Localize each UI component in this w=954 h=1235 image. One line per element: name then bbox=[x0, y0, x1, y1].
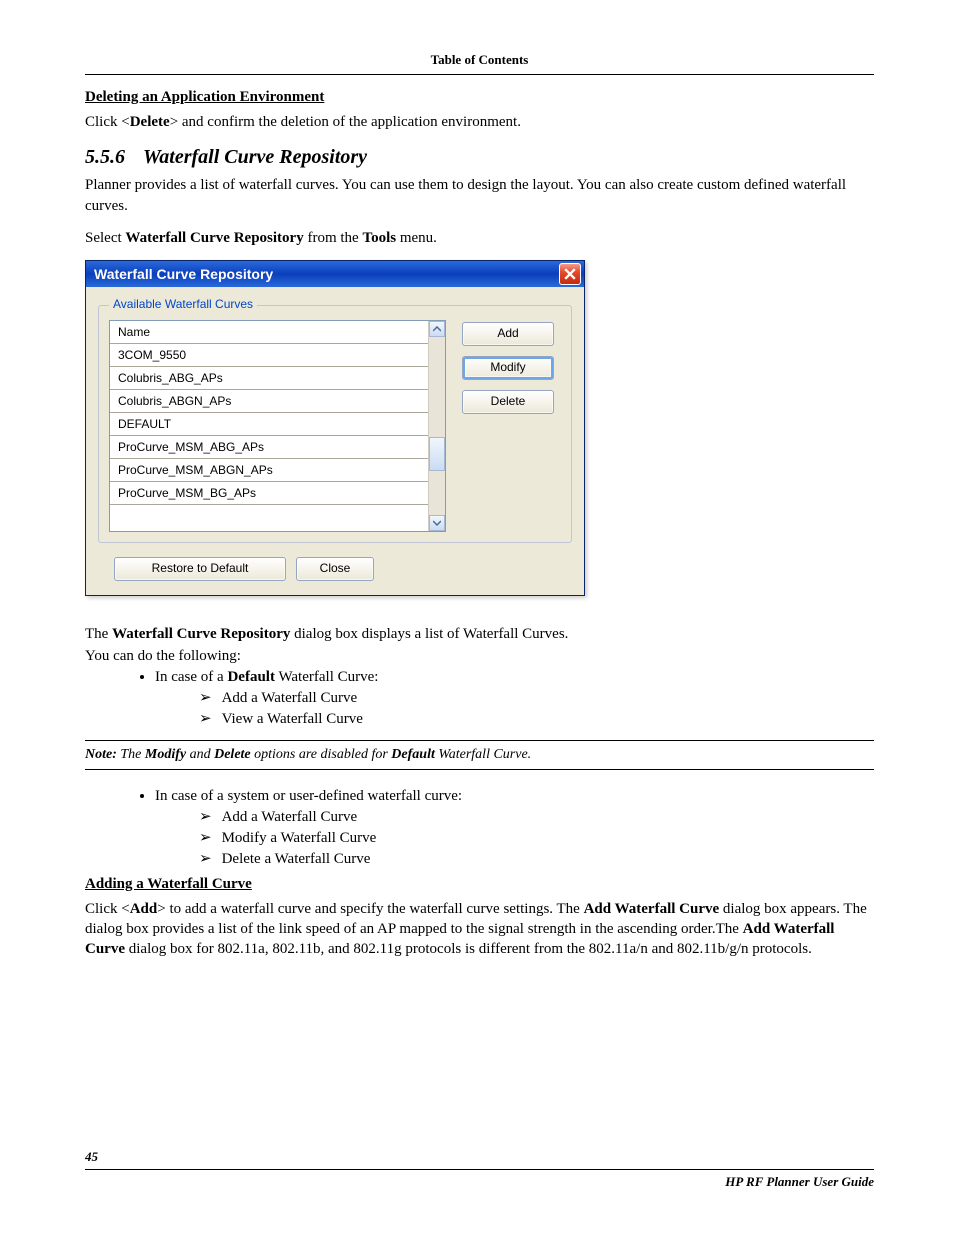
text: > and confirm the deletion of the applic… bbox=[170, 114, 521, 130]
close-icon bbox=[564, 268, 576, 280]
toc-header: Table of Contents bbox=[85, 52, 874, 75]
list-item: In case of a system or user-defined wate… bbox=[155, 788, 874, 868]
text-italic: options are disabled for bbox=[251, 747, 392, 762]
text-bold: Add Waterfall Curve bbox=[584, 901, 720, 917]
scroll-up-button[interactable] bbox=[429, 321, 445, 337]
text-bold: Add bbox=[130, 901, 158, 917]
list-item[interactable]: DEFAULT bbox=[110, 413, 428, 436]
list-item[interactable]: Colubris_ABGN_APs bbox=[110, 390, 428, 413]
section-title: Waterfall Curve Repository bbox=[143, 146, 367, 168]
text: > to add a waterfall curve and specify t… bbox=[157, 901, 583, 917]
list-item: Modify a Waterfall Curve bbox=[199, 828, 874, 847]
text: Select bbox=[85, 230, 125, 246]
curves-list[interactable]: Name 3COM_9550 Colubris_ABG_APs Colubris… bbox=[109, 320, 446, 532]
body-waterfall-select: Select Waterfall Curve Repository from t… bbox=[85, 228, 874, 248]
body-you-can-do: You can do the following: bbox=[85, 646, 874, 666]
body-waterfall-intro: Planner provides a list of waterfall cur… bbox=[85, 175, 874, 216]
list-item[interactable]: ProCurve_MSM_ABGN_APs bbox=[110, 459, 428, 482]
modify-button[interactable]: Modify bbox=[462, 356, 554, 380]
add-button[interactable]: Add bbox=[462, 322, 554, 346]
text: In case of a bbox=[155, 669, 227, 685]
scrollbar[interactable] bbox=[428, 321, 445, 531]
heading-waterfall-curve-repo: 5.5.6 Waterfall Curve Repository bbox=[85, 146, 874, 169]
dialog-body: Available Waterfall Curves Name 3COM_955… bbox=[86, 287, 584, 595]
list-item[interactable]: 3COM_9550 bbox=[110, 344, 428, 367]
text-bold: Delete bbox=[130, 114, 170, 130]
close-button[interactable] bbox=[559, 263, 581, 285]
note-box: Note: The Modify and Delete options are … bbox=[85, 740, 874, 770]
text-bold: Default bbox=[227, 669, 275, 685]
text: dialog box displays a list of Waterfall … bbox=[290, 626, 568, 642]
dialog-title: Waterfall Curve Repository bbox=[94, 266, 559, 282]
text-bold-italic: Delete bbox=[214, 747, 251, 762]
list-item[interactable]: ProCurve_MSM_BG_APs bbox=[110, 482, 428, 505]
list-item: Delete a Waterfall Curve bbox=[199, 849, 874, 868]
scrollbar-thumb[interactable] bbox=[429, 437, 445, 471]
waterfall-repo-dialog: Waterfall Curve Repository Available Wat… bbox=[85, 260, 585, 596]
list-item: Add a Waterfall Curve bbox=[199, 688, 874, 707]
list-item: Add a Waterfall Curve bbox=[199, 807, 874, 826]
text: dialog box for 802.11a, 802.11b, and 802… bbox=[125, 941, 812, 957]
text-bold-italic: Default bbox=[391, 747, 435, 762]
scroll-down-button[interactable] bbox=[429, 515, 445, 531]
scrollbar-track[interactable] bbox=[429, 337, 445, 515]
text: Click < bbox=[85, 114, 130, 130]
section-number: 5.5.6 bbox=[85, 146, 125, 168]
list-item: View a Waterfall Curve bbox=[199, 709, 874, 728]
text-italic: Waterfall Curve. bbox=[435, 747, 531, 762]
heading-deleting-app-env: Deleting an Application Environment bbox=[85, 89, 874, 106]
list-item[interactable]: ProCurve_MSM_ABG_APs bbox=[110, 436, 428, 459]
dialog-titlebar[interactable]: Waterfall Curve Repository bbox=[86, 261, 584, 287]
groupbox-legend: Available Waterfall Curves bbox=[109, 297, 257, 311]
text: Waterfall Curve: bbox=[275, 669, 378, 685]
note-label: Note: bbox=[85, 747, 117, 762]
page-number: 45 bbox=[85, 1149, 874, 1170]
text: In case of a system or user-defined wate… bbox=[155, 788, 462, 804]
text-bold: Tools bbox=[362, 230, 396, 246]
list-item: In case of a Default Waterfall Curve: Ad… bbox=[155, 669, 874, 728]
text-italic: and bbox=[186, 747, 214, 762]
restore-default-button[interactable]: Restore to Default bbox=[114, 557, 286, 581]
text-italic: The bbox=[117, 747, 145, 762]
text-bold: Waterfall Curve Repository bbox=[112, 626, 290, 642]
footer: HP RF Planner User Guide bbox=[85, 1174, 874, 1190]
list-header-name[interactable]: Name bbox=[110, 321, 428, 344]
delete-button[interactable]: Delete bbox=[462, 390, 554, 414]
text-bold-italic: Modify bbox=[145, 747, 186, 762]
text: Click < bbox=[85, 901, 130, 917]
heading-adding-waterfall-curve: Adding a Waterfall Curve bbox=[85, 876, 874, 893]
text-bold: Waterfall Curve Repository bbox=[125, 230, 303, 246]
chevron-down-icon bbox=[433, 520, 441, 526]
body-delete-env: Click <Delete> and confirm the deletion … bbox=[85, 112, 874, 132]
body-waterfall-dialog-desc: The Waterfall Curve Repository dialog bo… bbox=[85, 624, 874, 644]
text: The bbox=[85, 626, 112, 642]
available-curves-groupbox: Available Waterfall Curves Name 3COM_955… bbox=[98, 305, 572, 543]
close-button-bottom[interactable]: Close bbox=[296, 557, 374, 581]
text: from the bbox=[304, 230, 363, 246]
list-item[interactable]: Colubris_ABG_APs bbox=[110, 367, 428, 390]
chevron-up-icon bbox=[433, 326, 441, 332]
text: menu. bbox=[396, 230, 437, 246]
body-adding-waterfall: Click <Add> to add a waterfall curve and… bbox=[85, 899, 874, 960]
